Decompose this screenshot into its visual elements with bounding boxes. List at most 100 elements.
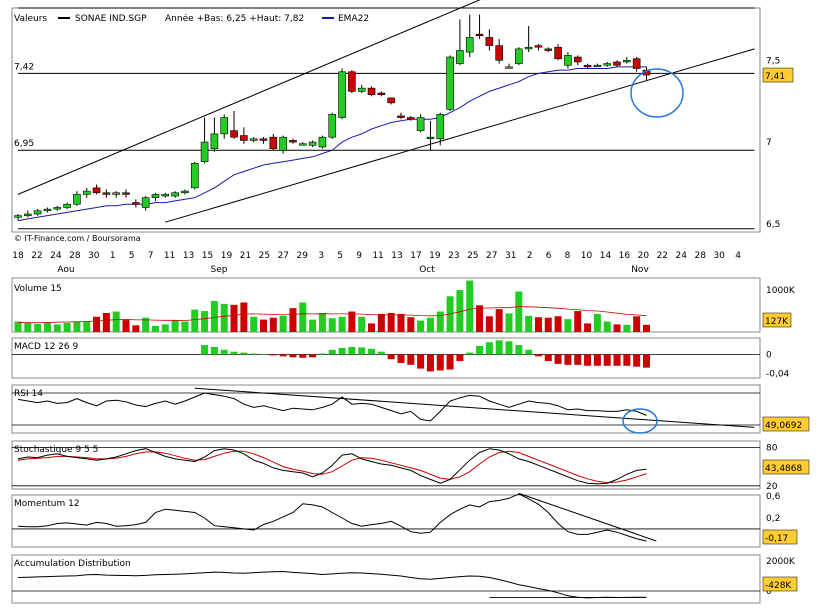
x-tick-label: 25 (259, 251, 270, 261)
macd-bar (309, 354, 316, 357)
candle (407, 118, 414, 120)
volume-bar (260, 320, 267, 332)
macd-tick-label: -0,04 (766, 369, 790, 379)
candle (633, 59, 640, 69)
candle (476, 34, 483, 36)
x-tick-label: 16 (619, 251, 631, 261)
x-tick-label: 8 (565, 251, 571, 261)
volume-bar (633, 316, 640, 332)
chart-canvas: ValeursSONAE IND.SGPAnnée +Bas: 6,25 +Ha… (0, 0, 820, 610)
volume-bar (525, 316, 532, 332)
volume-bar (172, 320, 179, 332)
volume-bar (339, 317, 346, 332)
macd-bar (515, 345, 522, 354)
candle (15, 216, 22, 218)
volume-tick-label: 1000K (766, 286, 796, 296)
candle (132, 203, 139, 205)
volume-bar (319, 313, 326, 332)
volume-bar (24, 323, 31, 332)
volume-bar (280, 316, 287, 332)
macd-bar (231, 352, 238, 355)
candle (231, 131, 238, 138)
macd-bar (614, 354, 621, 365)
x-tick-label: 1 (110, 251, 116, 261)
candle (319, 137, 326, 147)
volume-bar (93, 317, 100, 332)
stochastic-tick-label: 80 (766, 443, 778, 453)
macd-bar (574, 354, 581, 364)
volume-bar (437, 312, 444, 332)
candle (83, 191, 90, 194)
accumulation-title: Accumulation Distribution (14, 559, 131, 569)
volume-bar (123, 320, 130, 332)
macd-bar (270, 354, 277, 355)
macd-bar (506, 341, 513, 354)
candle (250, 139, 257, 141)
volume-bar (309, 320, 316, 332)
macd-bar (604, 354, 611, 365)
price-panel-frame (12, 8, 760, 232)
volume-bar (162, 324, 169, 332)
volume-bar (103, 313, 110, 332)
candle (162, 194, 169, 196)
rsi-current-value: 49,0692 (765, 421, 802, 431)
volume-bar (397, 314, 404, 332)
volume-bar (289, 308, 296, 332)
candle (427, 137, 434, 139)
volume-bar (378, 314, 385, 332)
x-tick-label: 24 (676, 251, 688, 261)
candle (181, 191, 188, 193)
header-range: Année +Bas: 6,25 +Haut: 7,82 (165, 13, 304, 24)
x-tick-label: 22 (657, 251, 668, 261)
candle (584, 65, 591, 67)
current-price-label: 7,41 (765, 72, 785, 82)
volume-bar (54, 324, 61, 332)
macd-bar (564, 354, 571, 364)
level-label-0: 7,42 (14, 62, 34, 72)
macd-bar (250, 354, 257, 355)
macd-bar (525, 350, 532, 355)
volume-bar (73, 322, 80, 332)
x-tick-label: 7 (148, 251, 154, 261)
volume-bar (34, 324, 41, 332)
macd-bar (280, 354, 287, 356)
momentum-title: Momentum 12 (14, 499, 80, 509)
volume-bar (15, 322, 22, 332)
candle (456, 51, 463, 64)
candle (378, 93, 385, 95)
volume-bar (466, 281, 473, 332)
volume-bar (113, 312, 120, 332)
candle (152, 194, 159, 197)
volume-bar (221, 304, 228, 332)
macd-bar (397, 354, 404, 362)
volume-bar (643, 325, 650, 332)
candle (172, 193, 179, 196)
macd-bar (437, 354, 444, 370)
header-ema: EMA22 (338, 14, 369, 24)
x-tick-label: 5 (337, 251, 343, 261)
volume-bar (407, 317, 414, 332)
price-tick-label: 7 (766, 138, 772, 148)
macd-bar (476, 346, 483, 354)
candle (574, 57, 581, 62)
volume-bar (623, 325, 630, 332)
volume-current-value: 127K (765, 317, 789, 327)
candle (201, 142, 208, 162)
macd-bar (545, 354, 552, 361)
candle (191, 163, 198, 188)
volume-bar (496, 309, 503, 332)
volume-bar (427, 318, 434, 332)
momentum-tick-label: 0,6 (766, 492, 781, 502)
x-tick-label: 21 (240, 251, 251, 261)
x-tick-label: 18 (12, 251, 24, 261)
momentum-panel (12, 495, 760, 547)
macd-bar (329, 350, 336, 355)
header-symbol: SONAE IND.SGP (75, 14, 147, 24)
candle (525, 47, 532, 49)
volume-bar (388, 313, 395, 332)
macd-bar (643, 354, 650, 367)
momentum-tick-label: 0,2 (766, 514, 780, 524)
x-tick-label: 11 (164, 251, 175, 261)
volume-bar (348, 312, 355, 332)
macd-bar (633, 354, 640, 366)
